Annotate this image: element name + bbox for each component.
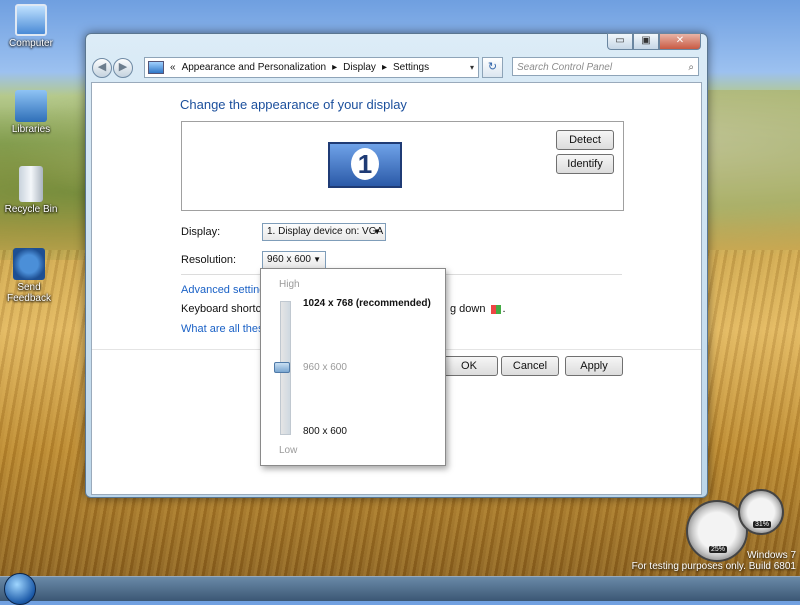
keyboard-shortcut-text: g down	[450, 303, 486, 315]
breadcrumb-prefix: «	[170, 62, 176, 73]
keyboard-shortcut-dot: .	[502, 303, 506, 315]
identify-button[interactable]: Identify	[556, 154, 614, 174]
display-select-value: 1. Display device on: VGA	[267, 226, 384, 237]
desktop-icon-libraries[interactable]: Libraries	[0, 90, 62, 135]
breadcrumb-item-settings[interactable]: Settings	[393, 62, 429, 73]
slider-high-label: High	[279, 279, 300, 290]
windows-logo-icon	[490, 304, 501, 314]
maximize-button[interactable]: ▣	[633, 33, 659, 50]
desktop-icon-send-feedback[interactable]: Send Feedback	[0, 248, 58, 304]
back-button[interactable]: ◀	[92, 58, 112, 78]
resolution-option[interactable]: 1024 x 768 (recommended)	[303, 298, 431, 309]
search-placeholder: Search Control Panel	[517, 62, 613, 73]
refresh-button[interactable]: ↻	[482, 57, 503, 78]
libraries-icon	[15, 90, 47, 122]
desktop-icon-label: Send Feedback	[7, 282, 51, 304]
detect-button[interactable]: Detect	[556, 130, 614, 150]
taskbar	[0, 573, 800, 605]
breadcrumb-separator[interactable]: ▸	[332, 62, 337, 73]
display-label: Display:	[181, 226, 221, 238]
caption-buttons: ▭ ▣ ✕	[607, 33, 701, 50]
resolution-popup[interactable]: High 1024 x 768 (recommended) 960 x 600 …	[260, 268, 446, 466]
breadcrumb-item-appearance[interactable]: Appearance and Personalization	[182, 62, 327, 73]
feedback-icon	[13, 248, 45, 280]
memory-meter-gadget[interactable]: 31%	[738, 489, 784, 535]
resolution-select[interactable]: 960 x 600 ▼	[262, 251, 326, 269]
resolution-select-value: 960 x 600	[267, 254, 311, 265]
minimize-button[interactable]: ▭	[607, 33, 633, 50]
desktop-icon-computer[interactable]: Computer	[0, 4, 62, 49]
breadcrumb-item-display[interactable]: Display	[343, 62, 376, 73]
memory-percent: 31%	[753, 521, 772, 528]
display-select[interactable]: 1. Display device on: VGA ▼	[262, 223, 386, 241]
page-title: Change the appearance of your display	[180, 97, 407, 112]
cancel-button[interactable]: Cancel	[501, 356, 559, 376]
recycle-bin-icon	[19, 166, 43, 202]
chevron-down-icon[interactable]: ▾	[470, 63, 474, 72]
watermark-line1: Windows 7	[747, 550, 796, 561]
apply-button[interactable]: Apply	[565, 356, 623, 376]
desktop-icon-recycle-bin[interactable]: Recycle Bin	[0, 166, 62, 215]
desktop-icon-label: Recycle Bin	[4, 204, 58, 215]
slider-low-label: Low	[279, 445, 298, 456]
search-input[interactable]: Search Control Panel ⌕	[512, 57, 699, 76]
ok-button[interactable]: OK	[440, 356, 498, 376]
monitor-number: 1	[351, 148, 379, 180]
monitor-preview-area: 1 Detect Identify	[181, 121, 624, 211]
close-button[interactable]: ✕	[659, 33, 701, 50]
resolution-option[interactable]: 960 x 600	[303, 362, 347, 373]
control-panel-icon	[148, 61, 164, 74]
breadcrumb-separator[interactable]: ▸	[382, 62, 387, 73]
computer-icon	[15, 4, 47, 36]
watermark-line2: For testing purposes only. Build 6801	[631, 561, 796, 572]
build-watermark: Windows 7 For testing purposes only. Bui…	[632, 550, 796, 572]
address-bar[interactable]: « Appearance and Personalization ▸ Displ…	[144, 57, 479, 78]
desktop-icon-label: Libraries	[11, 124, 51, 135]
resolution-label: Resolution:	[181, 254, 237, 266]
search-icon[interactable]: ⌕	[688, 58, 694, 77]
chevron-down-icon: ▼	[313, 255, 321, 264]
resolution-option[interactable]: 800 x 600	[303, 426, 347, 437]
monitor-icon[interactable]: 1	[328, 142, 402, 188]
chevron-down-icon: ▼	[373, 227, 381, 236]
keyboard-shortcut-text-end: g down .	[450, 303, 506, 315]
start-button[interactable]	[4, 573, 36, 605]
resolution-slider-thumb[interactable]	[274, 362, 290, 373]
forward-button[interactable]: ▶	[113, 58, 133, 78]
desktop-icon-label: Computer	[9, 38, 53, 49]
